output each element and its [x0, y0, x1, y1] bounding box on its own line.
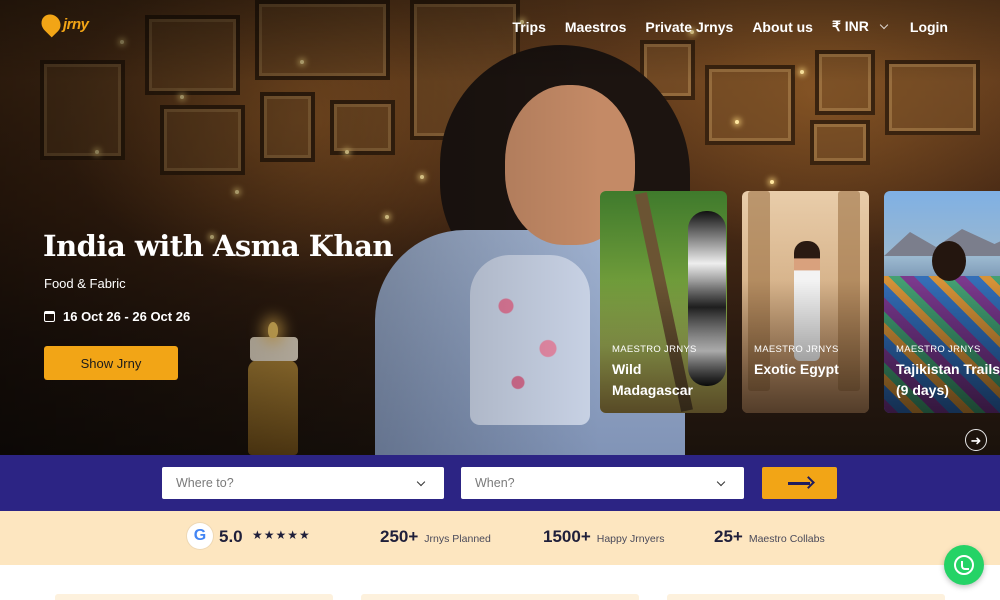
chevron-down-icon	[716, 477, 726, 487]
calendar-icon	[44, 311, 55, 322]
show-jrny-button[interactable]: Show Jrny	[44, 346, 178, 380]
when-placeholder: When?	[475, 476, 515, 490]
nav-trips[interactable]: Trips	[512, 19, 545, 35]
logo-text: jrny	[63, 15, 89, 33]
card-title: Tajikistan Trails (9 days)	[896, 361, 1000, 398]
stat-label: Jrnys Planned	[424, 533, 491, 545]
whatsapp-chat-button[interactable]	[944, 545, 984, 585]
content-card[interactable]	[667, 594, 945, 600]
google-rating: 5.0	[219, 527, 243, 546]
arrow-right-icon: ➜	[970, 432, 982, 448]
stat-jrnys-planned: 250+ Jrnys Planned	[380, 527, 491, 547]
stat-value: 25+	[714, 527, 743, 546]
stat-value: 1500+	[543, 527, 591, 546]
stat-happy-jrnyers: 1500+ Happy Jrnyers	[543, 527, 664, 547]
hero-title: India with Asma Khan	[43, 229, 393, 263]
chevron-down-icon	[879, 20, 889, 30]
where-to-select[interactable]: Where to?	[162, 467, 444, 499]
hero-dates: 16 Oct 26 - 26 Oct 26	[44, 309, 190, 324]
nav-maestros[interactable]: Maestros	[565, 19, 626, 35]
card-title: Exotic Egypt	[754, 361, 839, 377]
jrny-logo-icon	[37, 10, 65, 38]
currency-label: ₹ INR	[831, 18, 869, 34]
nav-private-jrnys[interactable]: Private Jrnys	[645, 19, 733, 35]
card-label: MAESTRO JRNYS	[896, 344, 981, 355]
login-link[interactable]: Login	[910, 19, 948, 35]
hero-dates-text: 16 Oct 26 - 26 Oct 26	[63, 309, 191, 324]
trip-card-egypt[interactable]: MAESTRO JRNYS Exotic Egypt	[742, 191, 869, 413]
content-card[interactable]	[361, 594, 639, 600]
card-title: Wild Madagascar	[612, 361, 693, 398]
where-to-placeholder: Where to?	[176, 476, 234, 490]
whatsapp-icon	[954, 555, 974, 575]
content-card[interactable]	[55, 594, 333, 600]
carousel-next-button[interactable]: ➜	[965, 429, 987, 451]
chevron-down-icon	[416, 477, 426, 487]
search-submit-button[interactable]	[762, 467, 837, 499]
rating-stars: ★★★★★	[252, 528, 311, 542]
nav-about-us[interactable]: About us	[752, 19, 813, 35]
brand-logo[interactable]: jrny	[37, 10, 89, 38]
currency-selector[interactable]: ₹ INR	[831, 18, 889, 35]
trip-card-madagascar[interactable]: MAESTRO JRNYS Wild Madagascar	[600, 191, 727, 413]
trip-card-tajikistan[interactable]: MAESTRO JRNYS Tajikistan Trails (9 days)	[884, 191, 1000, 413]
stat-label: Maestro Collabs	[748, 533, 825, 545]
card-label: MAESTRO JRNYS	[612, 344, 697, 355]
stat-value: 250+	[380, 527, 419, 546]
when-select[interactable]: When?	[461, 467, 744, 499]
stats-band	[0, 511, 1000, 565]
stat-label: Happy Jrnyers	[596, 533, 665, 545]
top-nav: Trips Maestros Private Jrnys About us ₹ …	[512, 18, 948, 35]
google-icon: G	[187, 523, 213, 549]
hero-subtitle: Food & Fabric	[44, 276, 126, 291]
stat-maestro-collabs: 25+ Maestro Collabs	[714, 527, 825, 547]
card-label: MAESTRO JRNYS	[754, 344, 839, 355]
